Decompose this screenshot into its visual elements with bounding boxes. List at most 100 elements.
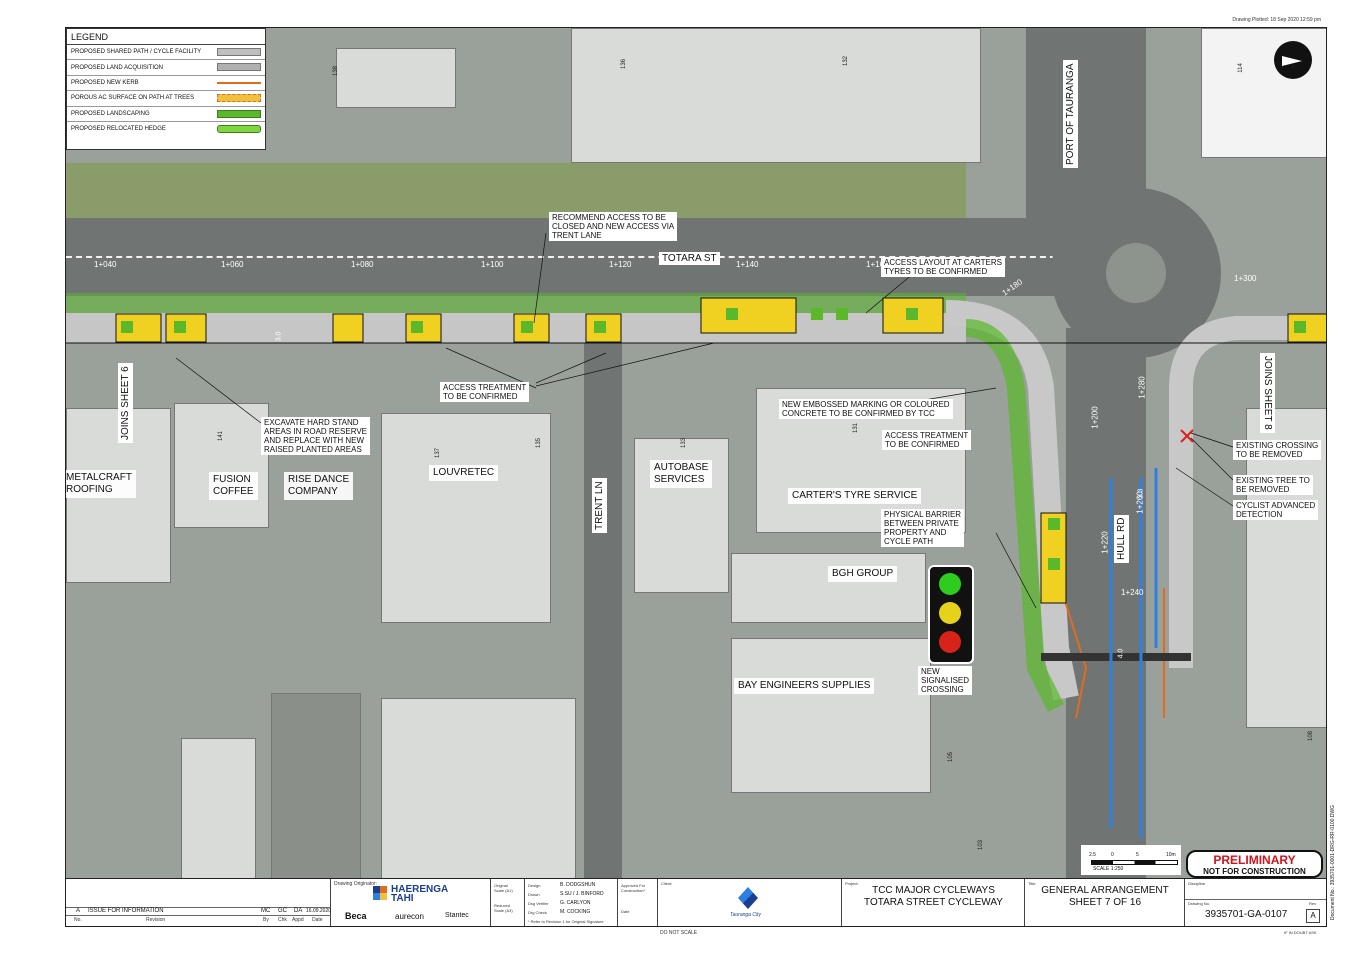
chainage-1280: 1+280: [1137, 376, 1147, 399]
name-design: B. DODGSHUN: [560, 882, 596, 888]
lot-103: 103: [978, 839, 985, 851]
lot-136: 136: [621, 58, 628, 70]
note-access-treatment-2: ACCESS TREATMENT TO BE CONFIRMED: [882, 430, 972, 450]
approval-cell: Approved For Construction* Date: [618, 879, 658, 926]
document-number: Document No.: 3935701-0001-DRG-RR-0100.D…: [1330, 804, 1336, 920]
discipline-label: Discipline: [1188, 881, 1206, 886]
legend-item-label: PROPOSED SHARED PATH / CYCLE FACILITY: [71, 49, 202, 56]
date-label: Date: [621, 909, 630, 914]
chainage-1220: 1+220: [1100, 531, 1110, 554]
lot-133: 133: [681, 437, 688, 449]
name-check: M. COCKING: [560, 909, 591, 915]
scale-bar: 2.5 0 5 10m SCALE 1:250: [1081, 845, 1181, 875]
note-cyclist-detection: CYCLIST ADVANCED DETECTION: [1233, 500, 1319, 520]
legend-item-label: PROPOSED LANDSCAPING: [71, 110, 150, 117]
rev-hdr-appd: Appd: [292, 917, 304, 923]
chainage-1140: 1+140: [736, 260, 759, 269]
scales-cell: Original Scale (A1) Reduced Scale (A3): [491, 879, 525, 926]
name-drawn: S.SU / J. BINFORD: [560, 891, 604, 897]
lot-114: 114: [1237, 63, 1244, 73]
revision-table: A ISSUE FOR INFORMATION MC GC DA 16.09.2…: [66, 879, 331, 926]
cycle-symbol-9: [906, 308, 918, 320]
legend-item: PROPOSED NEW KERB: [67, 76, 265, 92]
role-verifier: Dsg Verifier: [528, 901, 549, 906]
originator-label: Drawing Originator:: [334, 881, 378, 887]
map-sheet[interactable]: 1+040 1+060 1+080 1+100 1+120 1+140 1+16…: [65, 27, 1327, 927]
approved-label: Approved For Construction*: [621, 883, 646, 893]
legend-item-label: PROPOSED NEW KERB: [71, 79, 139, 86]
note-excavate: EXCAVATE HARD STAND AREAS IN ROAD RESERV…: [261, 417, 370, 455]
dimension-3-3: 3.3: [1137, 488, 1145, 499]
business-fusion: FUSION COFFEE: [209, 472, 258, 500]
business-louvretec: LOUVRETEC: [429, 465, 499, 481]
client-label: Client:: [661, 881, 673, 886]
scale-tick: 0: [1111, 852, 1114, 858]
partner-beca: Beca: [345, 911, 367, 921]
project-cell: Project: TCC MAJOR CYCLEWAYS TOTARA STRE…: [842, 879, 1025, 926]
signal-light-amber: [939, 602, 961, 624]
legend-title: LEGEND: [67, 29, 265, 45]
refer-note: * Refer to Revision 1 for Original Signa…: [528, 919, 604, 924]
signal-light-red: [939, 631, 961, 653]
cycle-symbol-4: [521, 321, 533, 333]
legend-item-label: PROPOSED RELOCATED HEDGE: [71, 126, 166, 133]
stamp-line-2: NOT FOR CONSTRUCTION: [1203, 867, 1306, 876]
lot-131: 131: [853, 422, 860, 434]
legend-item: PROPOSED RELOCATED HEDGE: [67, 122, 265, 136]
north-arrow-icon: [1274, 41, 1312, 79]
cycle-symbol-5: [594, 321, 606, 333]
drawing-number: 3935701-GA-0107: [1205, 909, 1288, 920]
lot-138: 138: [333, 65, 340, 77]
partner-aurecon: aurecon: [395, 912, 424, 921]
rev-label: Rev: [1309, 901, 1317, 906]
cycle-symbol-12: [1294, 321, 1306, 333]
cycle-symbol-10: [1048, 518, 1060, 530]
originator-cell: Drawing Originator: HAERENGA TAHI Beca a…: [331, 879, 491, 926]
cycle-symbol-2: [174, 321, 186, 333]
business-carters: CARTER'S TYRE SERVICE: [788, 488, 922, 504]
lot-105: 105: [948, 751, 955, 763]
chainage-1300: 1+300: [1234, 274, 1257, 283]
note-signalised-crossing: NEW SIGNALISED CROSSING: [918, 666, 973, 695]
stamp-line-1: PRELIMINARY: [1213, 853, 1296, 867]
lot-132: 132: [843, 55, 850, 67]
legend-swatch: [217, 48, 261, 56]
access-treatment-7: [700, 297, 797, 334]
cycle-symbol-11: [1048, 558, 1060, 570]
rev-letter: A: [76, 908, 81, 914]
chainage-1100: 1+100: [481, 260, 504, 269]
rev-date: 16.09.2020: [306, 908, 332, 914]
rev-text: ISSUE FOR INFORMATION: [88, 908, 164, 914]
legend-item: POROUS AC SURFACE ON PATH AT TREES: [67, 91, 265, 107]
note-embossed-marking: NEW EMBOSSED MARKING OR COLOURED CONCRET…: [779, 399, 953, 419]
role-design: Design: [528, 883, 541, 888]
chainage-1240: 1+240: [1121, 588, 1144, 597]
legend-swatch: [217, 63, 261, 72]
client-name: Tauranga City: [730, 912, 761, 918]
rev-hdr-date: Date: [312, 917, 323, 923]
do-not-scale-note: DO NOT SCALE: [660, 930, 698, 936]
chainage-1060: 1+060: [221, 260, 244, 269]
rev-hdr-rev: Revision: [146, 917, 166, 923]
legend-item-label: PROPOSED LAND ACQUISITION: [71, 64, 164, 71]
plot-date: Drawing Plotted: 18 Sep 2020 12:59 pm: [1232, 17, 1321, 23]
lot-141: 141: [218, 430, 225, 442]
role-drawn: Drawn: [528, 892, 540, 897]
business-rise: RISE DANCE COMPANY: [284, 472, 354, 500]
rev-hdr-by: By: [263, 917, 269, 923]
dimension-3-0: 3.0: [275, 331, 283, 342]
cycle-symbol-6: [726, 308, 738, 320]
drawing-no-label: Drawing No.: [1188, 901, 1211, 906]
legend-item-label: POROUS AC SURFACE ON PATH AT TREES: [71, 95, 195, 102]
haerenga-logo-icon: [373, 886, 387, 900]
cycle-symbol-8: [836, 308, 848, 320]
legend-item: PROPOSED LANDSCAPING: [67, 107, 265, 122]
people-cell: Design B. DODGSHUN Drawn S.SU / J. BINFO…: [525, 879, 618, 926]
legend-swatch: [217, 109, 261, 118]
cycle-symbol-1: [121, 321, 133, 333]
partner-stantec: Stantec: [445, 912, 469, 919]
legend-item: PROPOSED LAND ACQUISITION: [67, 60, 265, 76]
access-treatment-3: [332, 313, 364, 343]
reduced-scale: Reduced Scale (A3): [494, 903, 513, 913]
chainage-1080: 1+080: [351, 260, 374, 269]
